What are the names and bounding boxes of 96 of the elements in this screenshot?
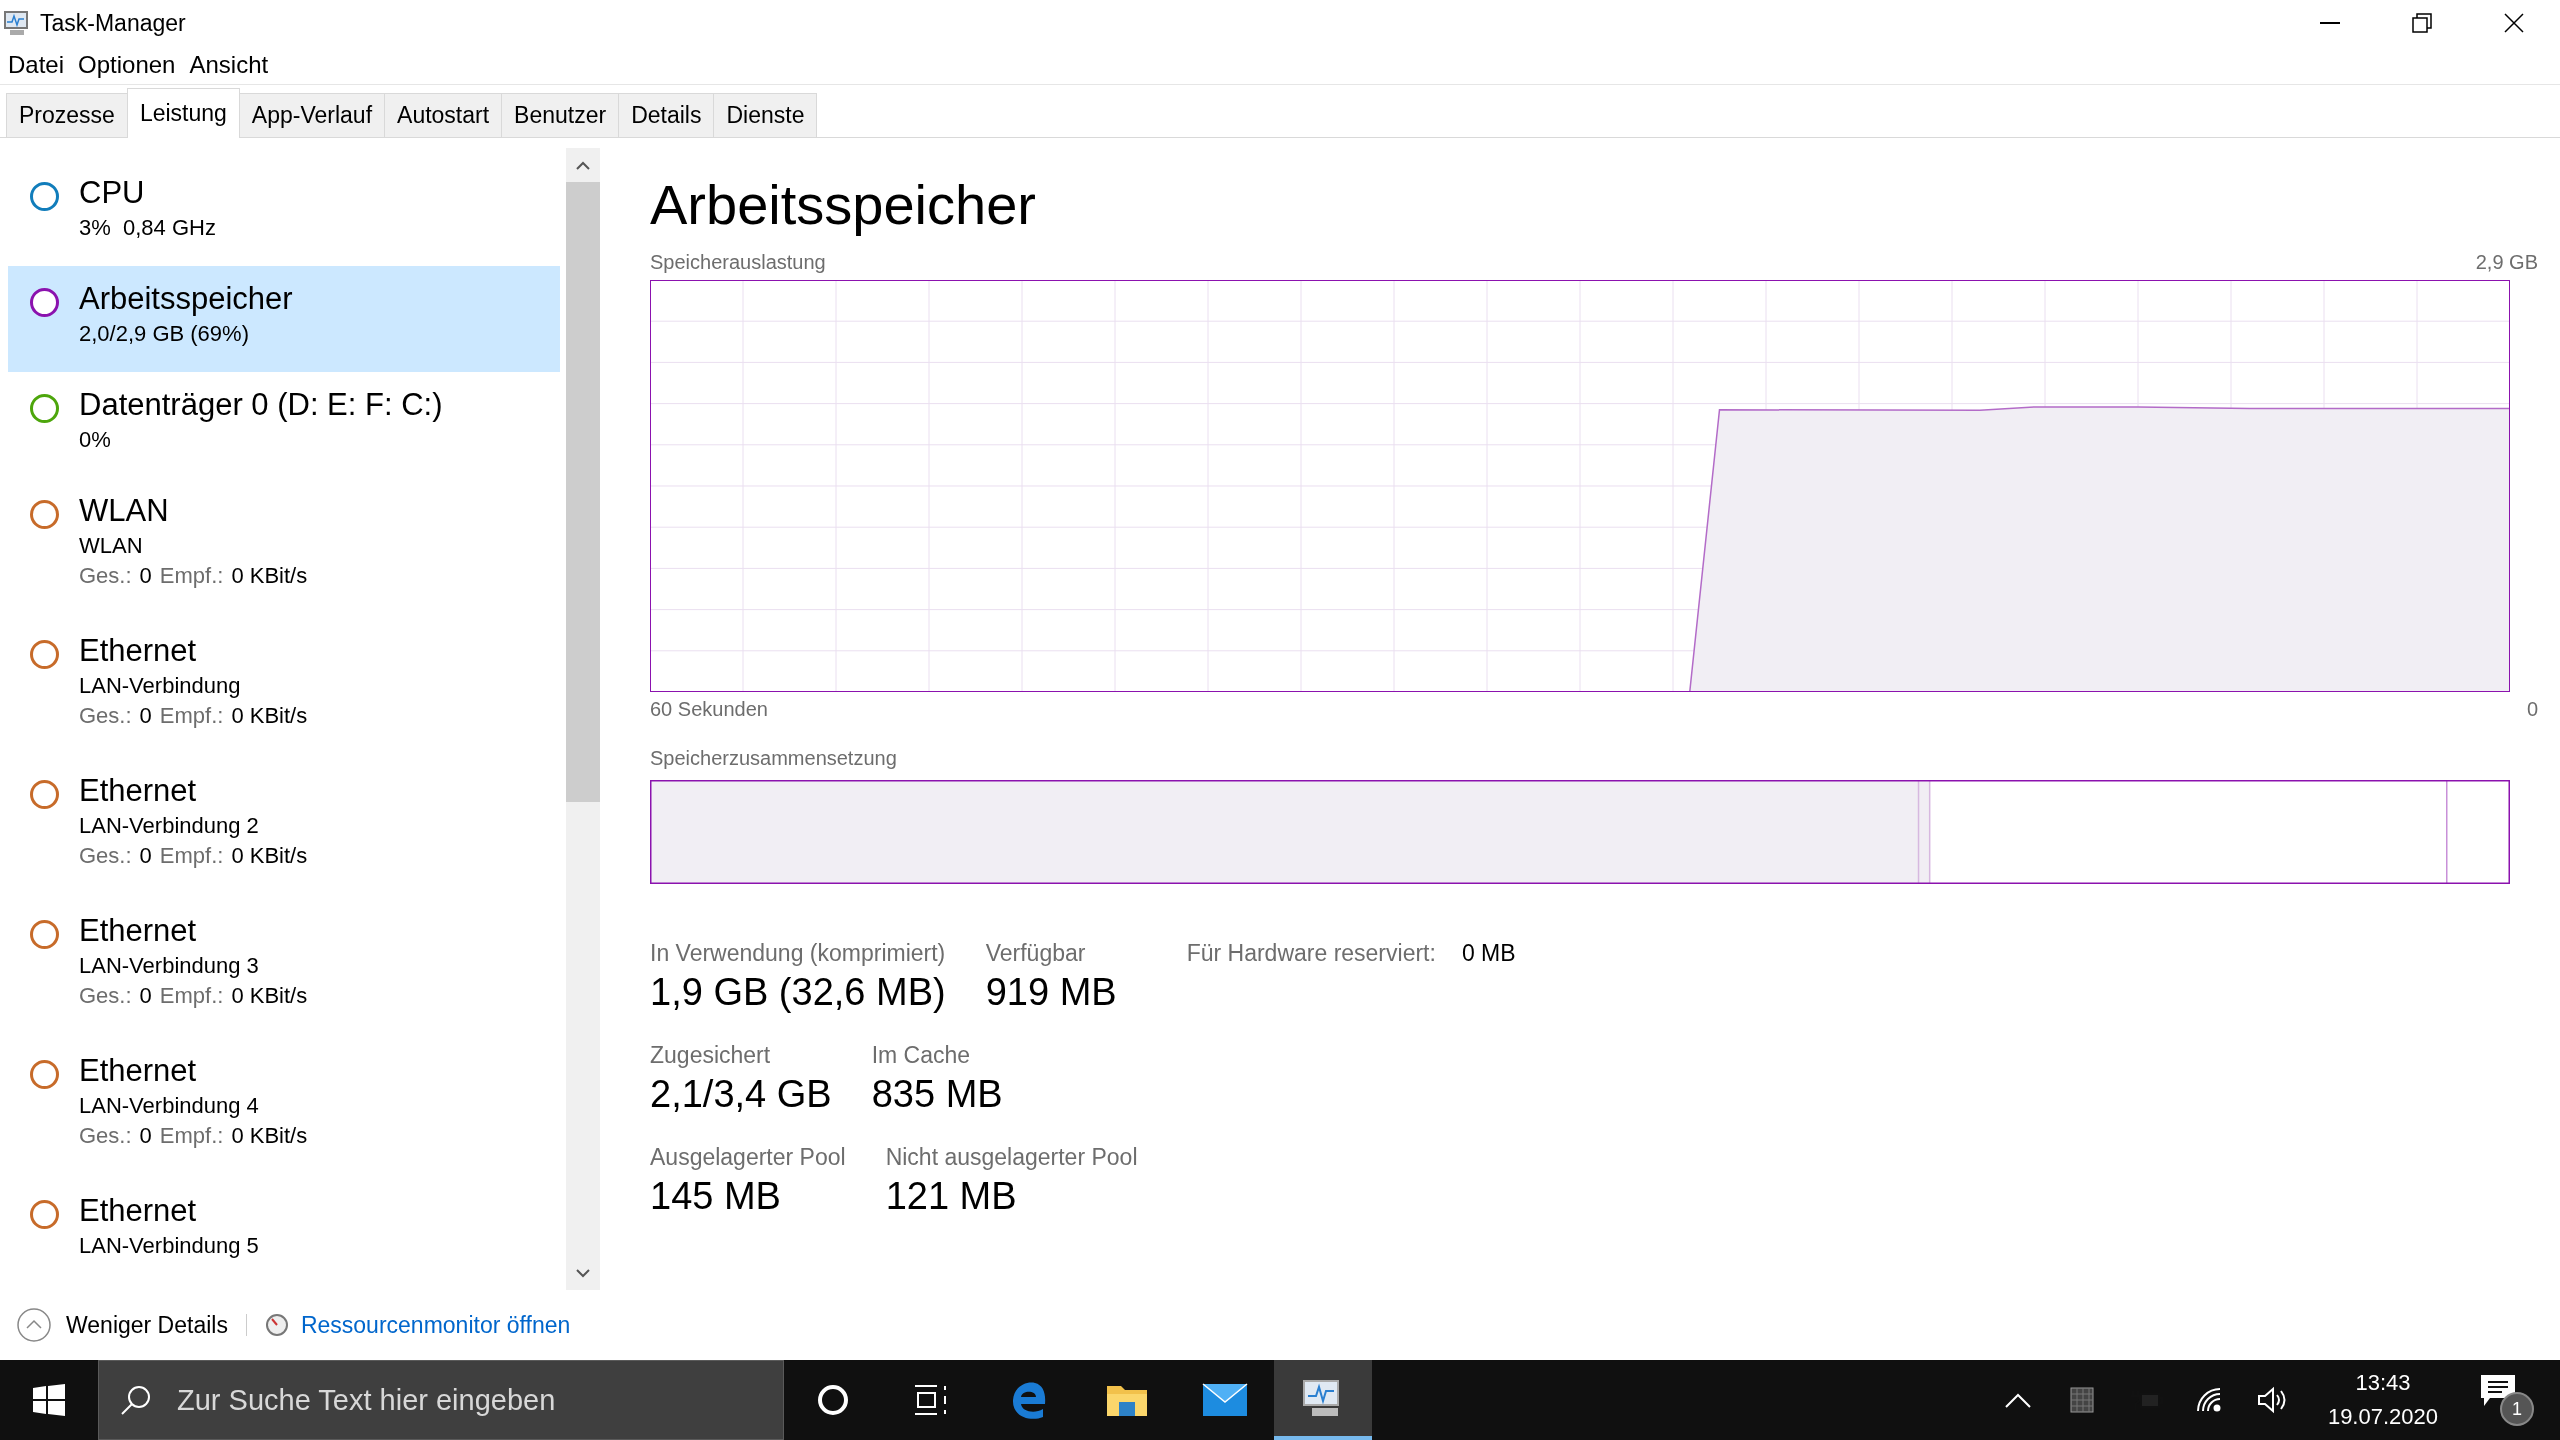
item-subtitle: LAN-Verbindung 4 bbox=[79, 1093, 260, 1119]
scroll-thumb[interactable] bbox=[566, 182, 600, 802]
stat-value: 0 MB bbox=[1461, 940, 1516, 968]
item-subtitle: WLAN bbox=[79, 533, 144, 559]
item-title: Datenträger 0 (D: E: F: C:) bbox=[79, 387, 443, 423]
tab[interactable]: App-Verlauf bbox=[238, 93, 386, 137]
panel-title: Arbeitsspeicher bbox=[650, 172, 1037, 237]
chart-title: Speicherauslastung bbox=[650, 251, 826, 274]
item-subtitle: 2,0/2,9 GB (69%) bbox=[79, 321, 250, 347]
stat-value: 145 MB bbox=[650, 1175, 782, 1218]
stat-value: 2,1/3,4 GB bbox=[650, 1073, 832, 1116]
rate-label: Ges.: bbox=[79, 843, 132, 869]
item-title: Ethernet bbox=[79, 1193, 198, 1229]
sidebar-item[interactable]: Ethernet LAN-Verbindung 3 Ges.: 0 Empf.: 0 KBit/s bbox=[8, 898, 561, 1038]
task-manager-icon[interactable] bbox=[1274, 1360, 1372, 1440]
menu-item[interactable]: Datei bbox=[8, 51, 65, 79]
item-title: WLAN bbox=[79, 493, 170, 529]
sidebar-item[interactable]: Arbeitsspeicher 2,0/2,9 GB (69%) bbox=[8, 266, 561, 372]
rate-value: 0 bbox=[139, 843, 152, 869]
search-field[interactable]: Zur Suche Text hier eingeben bbox=[98, 1360, 784, 1440]
rate-label: Ges.: bbox=[79, 703, 132, 729]
stat-label: Nicht ausgelagerter Pool bbox=[885, 1144, 1138, 1171]
item-title: CPU bbox=[79, 175, 146, 211]
item-subtitle: LAN-Verbindung 2 bbox=[79, 813, 260, 839]
fewer-details-button[interactable]: Weniger Details bbox=[16, 1307, 228, 1343]
axis-max-label: 2,9 GB bbox=[2475, 251, 2538, 274]
rate-value: 0 KBit/s bbox=[231, 843, 308, 869]
sidebar-item[interactable]: Ethernet LAN-Verbindung Ges.: 0 Empf.: 0 KBit/s bbox=[8, 618, 561, 758]
menu-item[interactable]: Optionen bbox=[78, 51, 176, 79]
item-subtitle: 0% bbox=[79, 427, 112, 453]
search-icon bbox=[120, 1384, 152, 1416]
notification-count: 1 bbox=[2500, 1392, 2534, 1426]
tab[interactable]: Details bbox=[618, 93, 715, 137]
scroll-down-icon[interactable] bbox=[576, 1268, 591, 1278]
scroll-up-icon[interactable] bbox=[576, 160, 591, 170]
rate-value: 0 KBit/s bbox=[231, 703, 308, 729]
stat-value: 919 MB bbox=[985, 971, 1117, 1014]
stat-label: Verfügbar bbox=[985, 940, 1087, 967]
tab[interactable]: Dienste bbox=[713, 93, 818, 137]
sidebar-item[interactable]: Ethernet LAN-Verbindung 4 Ges.: 0 Empf.: 0 KBit/s bbox=[8, 1038, 561, 1178]
tab[interactable]: Leistung bbox=[126, 88, 240, 138]
tab[interactable]: Autostart bbox=[384, 93, 503, 137]
close-icon bbox=[2504, 13, 2524, 33]
minimize-icon bbox=[2320, 22, 2340, 24]
gauge-icon bbox=[264, 1313, 289, 1337]
sidebar-item[interactable]: Ethernet LAN-Verbindung 5 bbox=[8, 1178, 561, 1284]
item-title: Arbeitsspeicher bbox=[79, 281, 293, 317]
item-title: Ethernet bbox=[79, 1053, 198, 1089]
item-title: Ethernet bbox=[79, 913, 198, 949]
rate-label: Empf.: bbox=[159, 983, 224, 1009]
stat-label: Im Cache bbox=[871, 1042, 972, 1069]
rate-value: 0 KBit/s bbox=[231, 1123, 308, 1149]
rate-value: 0 bbox=[139, 1123, 152, 1149]
time-end-label: 0 bbox=[2526, 698, 2538, 721]
stat-label: Für Hardware reserviert: bbox=[1186, 940, 1436, 968]
menu-item[interactable]: Ansicht bbox=[189, 51, 269, 79]
stat-label: Ausgelagerter Pool bbox=[650, 1144, 846, 1171]
stat-value: 121 MB bbox=[885, 1175, 1018, 1218]
chevron-circle-icon bbox=[16, 1307, 52, 1343]
rate-value: 0 bbox=[139, 703, 152, 729]
resource-monitor-link[interactable]: Ressourcenmonitor öffnen bbox=[300, 1311, 571, 1339]
scrollbar[interactable] bbox=[566, 148, 600, 1290]
sidebar-item[interactable]: WLAN WLAN Ges.: 0 Empf.: 0 KBit/s bbox=[8, 478, 561, 618]
stat-label: Zugesichert bbox=[650, 1042, 772, 1069]
clock[interactable]: 13:43 19.07.2020 bbox=[2305, 1370, 2460, 1430]
windows-icon bbox=[33, 1384, 65, 1416]
item-subtitle: LAN-Verbindung 3 bbox=[79, 953, 260, 979]
rate-value: 0 KBit/s bbox=[231, 983, 308, 1009]
sidebar-item[interactable]: Datenträger 0 (D: E: F: C:) 0% bbox=[8, 372, 561, 478]
time-span-label: 60 Sekunden bbox=[650, 698, 768, 721]
rate-value: 0 KBit/s bbox=[231, 563, 308, 589]
item-subtitle: LAN-Verbindung 5 bbox=[79, 1233, 259, 1259]
restore-icon bbox=[2412, 13, 2432, 33]
stat-label: In Verwendung (komprimiert) bbox=[650, 940, 946, 967]
notification-button[interactable]: 1 bbox=[2480, 1374, 2534, 1426]
rate-label: Empf.: bbox=[159, 843, 224, 869]
item-title: Ethernet bbox=[79, 773, 198, 809]
rate-value: 0 bbox=[139, 563, 152, 589]
tab[interactable]: Prozesse bbox=[6, 93, 128, 137]
rate-label: Empf.: bbox=[159, 1123, 224, 1149]
stat-value: 1,9 GB (32,6 MB) bbox=[650, 971, 946, 1014]
stat-value: 835 MB bbox=[871, 1073, 1003, 1116]
rate-label: Ges.: bbox=[79, 1123, 132, 1149]
sidebar-item[interactable]: Ethernet LAN-Verbindung 2 Ges.: 0 Empf.: 0 KBit/s bbox=[8, 758, 561, 898]
item-subtitle: LAN-Verbindung bbox=[79, 673, 242, 699]
rate-label: Empf.: bbox=[159, 703, 224, 729]
rate-label: Ges.: bbox=[79, 563, 132, 589]
rate-label: Empf.: bbox=[159, 563, 224, 589]
chart-title: Speicherzusammensetzung bbox=[650, 747, 897, 770]
rate-label: Ges.: bbox=[79, 983, 132, 1009]
item-title: Ethernet bbox=[79, 633, 198, 669]
window-title: Task-Manager bbox=[40, 9, 187, 37]
item-subtitle: 3% 0,84 GHz bbox=[79, 215, 216, 241]
tab[interactable]: Benutzer bbox=[501, 93, 620, 137]
sidebar-item[interactable]: CPU 3% 0,84 GHz bbox=[8, 160, 561, 266]
rate-value: 0 bbox=[139, 983, 152, 1009]
